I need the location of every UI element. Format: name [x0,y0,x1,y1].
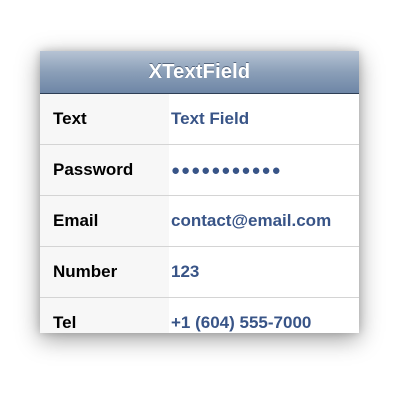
row-label-cell: Text [40,94,169,144]
form-table: Text Text Field Password ●●●●●●●●●●● Ema… [40,94,359,333]
password-field[interactable]: ●●●●●●●●●●● [169,145,359,195]
number-field[interactable]: 123 [169,247,359,297]
nav-title: XTextField [148,60,251,83]
app-window: XTextField Text Text Field Password ●●●●… [40,51,359,333]
row-label-cell: Tel [40,298,169,333]
text-field-value[interactable]: Text Field [171,109,249,129]
form-row-password: Password ●●●●●●●●●●● [40,145,359,196]
screenshot-stage: XTextField Text Text Field Password ●●●●… [0,0,400,400]
email-label: Email [53,211,99,230]
number-field-value[interactable]: 123 [171,262,199,282]
number-label: Number [53,262,118,281]
text-label: Text [53,109,87,128]
tel-field-value[interactable]: +1 (604) 555-7000 [171,313,311,333]
password-label: Password [53,160,134,179]
form-row-tel: Tel +1 (604) 555-7000 [40,298,359,333]
tel-label: Tel [53,313,77,332]
email-field[interactable]: contact@email.com [169,196,359,246]
row-label-cell: Password [40,145,169,195]
text-field[interactable]: Text Field [169,94,359,144]
form-row-text: Text Text Field [40,94,359,145]
tel-field[interactable]: +1 (604) 555-7000 [169,298,359,333]
navigation-bar: XTextField [40,51,359,94]
form-row-email: Email contact@email.com [40,196,359,247]
email-field-value[interactable]: contact@email.com [171,211,331,231]
row-label-cell: Email [40,196,169,246]
form-row-number: Number 123 [40,247,359,298]
row-label-cell: Number [40,247,169,297]
password-field-value[interactable]: ●●●●●●●●●●● [171,162,282,179]
